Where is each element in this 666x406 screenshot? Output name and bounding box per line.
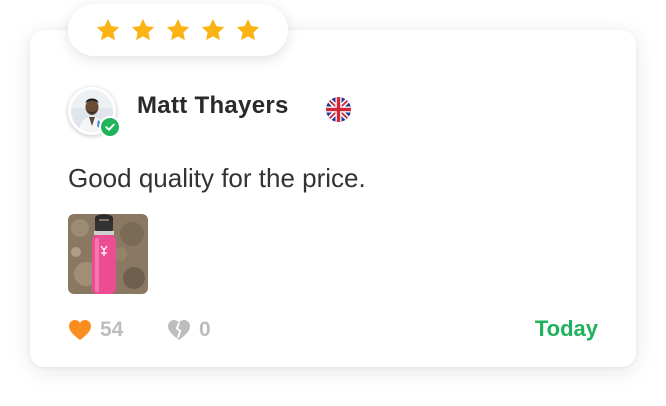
dislike-button[interactable]: 0 [167,317,211,343]
reviewer-avatar-wrap[interactable] [68,87,121,138]
heart-icon [69,320,91,340]
checkmark-icon [101,118,119,136]
star-icon [201,18,225,41]
reviewer-name[interactable]: Matt Thayers [137,92,289,120]
pink-water-bottle-photo [68,214,148,294]
dislike-count: 0 [199,318,211,341]
star-icon [96,18,120,41]
like-button[interactable]: 54 [68,317,123,343]
review-date: Today [534,316,598,341]
star-rating [68,4,288,56]
review-text: Good quality for the price. [68,163,366,193]
broken-heart-icon [168,320,190,340]
review-photo-thumbnail[interactable] [68,214,148,294]
uk-flag-icon [326,97,351,122]
verified-badge [99,116,121,138]
star-icon [131,18,155,41]
like-count: 54 [100,318,124,341]
star-icon [166,18,190,41]
star-icon [236,18,260,41]
